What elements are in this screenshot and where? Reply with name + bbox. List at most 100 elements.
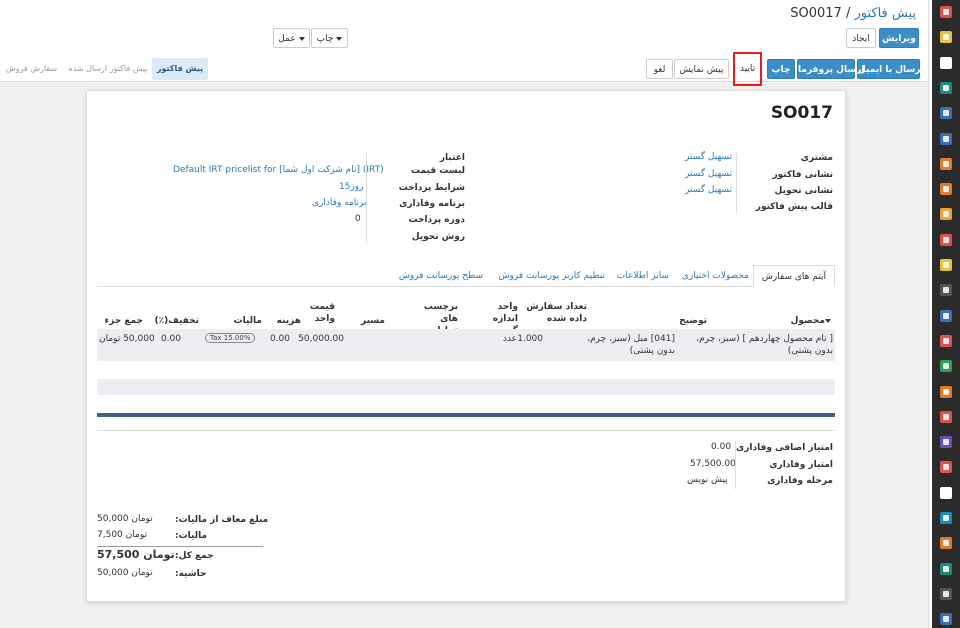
send-email-button[interactable]: ارسال با ایمیل [857, 59, 924, 79]
notebook-tabs: آیتم های سفارش محصولات اختیاری سایر اطلا… [97, 265, 835, 287]
payment-terms-label: شرایط پرداخت [398, 183, 465, 193]
sort-icon [825, 318, 831, 323]
print-dropdown[interactable]: چاپ [311, 28, 348, 48]
chevron-down-icon [298, 36, 305, 41]
margin-amount: 50,000 تومان [97, 568, 153, 578]
project-icon[interactable] [940, 334, 952, 347]
events-icon[interactable] [940, 512, 952, 524]
row-quantity[interactable]: 1.000 [517, 333, 543, 345]
add-line-row[interactable] [97, 379, 835, 395]
col-cost[interactable]: هزینه [277, 315, 301, 327]
approvals-icon[interactable] [940, 537, 952, 550]
more-icon[interactable] [940, 613, 952, 626]
loyalty-points-label: امتیاز وفاداری [769, 460, 833, 470]
pricelist-field[interactable]: Default IRT pricelist for [نام شرکت اول … [173, 165, 384, 175]
reporting-icon[interactable] [940, 157, 952, 170]
invoice-address-field[interactable]: تسهیل گستر [685, 169, 732, 179]
col-product[interactable]: محصول [791, 315, 833, 327]
col-quantity[interactable]: تعداد سفارش داده شده [519, 301, 587, 325]
documents-icon[interactable] [940, 233, 952, 246]
col-route[interactable]: مسیر [361, 315, 385, 327]
invoicing-icon[interactable] [940, 309, 952, 322]
pricelist-label: لیست قیمت [411, 166, 465, 176]
untaxed-amount: 50,000 تومان [97, 514, 153, 524]
payment-period-field[interactable]: 0 [355, 214, 361, 224]
purchase-icon[interactable] [940, 385, 952, 398]
tab-order-lines[interactable]: آیتم های سفارش [752, 265, 835, 287]
col-discount[interactable]: تخفیف(٪) [155, 315, 199, 327]
margin-label: حاشیه: [175, 569, 207, 579]
invoice-address-label: نشانی فاکتور [772, 170, 833, 180]
page-title: SO017 [770, 103, 833, 123]
row-discount[interactable]: 0.00 [161, 333, 181, 345]
ecommerce-icon[interactable] [940, 208, 952, 221]
crm-icon[interactable] [940, 107, 952, 120]
loyalty-stage-label: مرحله وفاداری [767, 476, 833, 486]
customer-label: مشتری [800, 153, 833, 163]
inventory-icon[interactable] [940, 360, 952, 373]
stage-quotation[interactable]: پیش فاکتور [152, 58, 208, 80]
inbox-icon[interactable] [940, 6, 952, 18]
stage-sales-order[interactable]: سفارش فروش [4, 58, 59, 80]
helpdesk-icon[interactable] [940, 259, 952, 271]
edit-button[interactable]: ویرایش [879, 28, 919, 48]
col-taxes[interactable]: مالیات [234, 315, 262, 327]
payment-terms-field[interactable]: 15روز [339, 182, 364, 192]
action-dropdown-label: عمل [278, 34, 296, 44]
col-description[interactable]: توضیح [679, 315, 707, 327]
pos-icon[interactable] [940, 284, 952, 297]
tab-optional-products[interactable]: محصولات اختیاری [682, 265, 749, 287]
tab-commission-levels[interactable]: سطح پورسانت فروش [399, 265, 483, 287]
field-divider [736, 153, 737, 213]
preview-button[interactable]: پیش نمایش [674, 59, 729, 79]
breadcrumb-current: SO0017 [790, 6, 842, 21]
cancel-button[interactable]: لغو [646, 59, 673, 79]
row-product[interactable]: [ نام محصول چهاردهم ] (سبز، چرم، بدون پش… [693, 333, 833, 357]
tab-other-info[interactable]: سایر اطلاعات [617, 265, 669, 287]
row-cost[interactable]: 0.00 [270, 333, 290, 345]
tax-badge[interactable]: Tax 15.00% [205, 333, 256, 343]
website-icon[interactable] [940, 183, 952, 196]
contacts-icon[interactable] [940, 81, 952, 94]
discuss-icon[interactable] [940, 56, 952, 69]
loyalty-points-value: 57,500.00 [690, 459, 736, 469]
col-product-label: محصول [790, 316, 825, 326]
tab-commission-users[interactable]: تنظیم کاربر پورسانت فروش [499, 265, 605, 287]
tax-amount: 7,500 تومان [97, 530, 147, 540]
stage-quotation-sent[interactable]: پیش فاکتور ارسال شده [68, 58, 148, 80]
row-unit-price[interactable]: 50,000.00 [298, 333, 344, 345]
app-bar [932, 0, 960, 628]
create-button[interactable]: ایجاد [846, 28, 876, 48]
search-icon[interactable] [940, 587, 952, 600]
col-unit-price[interactable]: قیمت واحد [307, 301, 335, 325]
col-subtotal[interactable]: جمع جزء [105, 315, 144, 327]
field-divider [366, 153, 367, 243]
delivery-address-field[interactable]: تسهیل گستر [685, 185, 732, 195]
apps-icon[interactable] [940, 562, 952, 575]
row-description[interactable]: [041] مبل (سبز، چرم، بدون پشتی) [583, 333, 675, 357]
payment-period-label: دوره پرداخت [408, 215, 465, 225]
chevron-down-icon [336, 36, 343, 41]
customer-field[interactable]: تسهیل گستر [685, 152, 732, 162]
row-subtotal: 50,000 تومان [99, 334, 155, 344]
status-bar: سفارش فروش پیش فاکتور ارسال شده پیش فاکت… [0, 58, 215, 80]
fleet-icon[interactable] [940, 436, 952, 449]
employees-icon[interactable] [940, 410, 952, 423]
total-label: جمع کل: [175, 551, 214, 561]
loyalty-program-field[interactable]: برنامه وفاداری [312, 198, 367, 208]
table-footer-bar [97, 413, 835, 417]
control-panel: پیش فاکتور / SO0017 ویرایش ایجاد چاپ عمل… [0, 0, 928, 82]
delivery-method-label: روش تحویل [411, 232, 465, 242]
print-button[interactable]: چاپ [767, 59, 795, 79]
loyalty-extra-value: 0.00 [711, 442, 732, 452]
send-proforma-button[interactable]: ارسال پروفرما [797, 59, 864, 79]
highlight-box [733, 52, 762, 86]
sales-icon[interactable] [940, 132, 952, 145]
validity-label: اعتبار [439, 153, 465, 163]
timesheet-icon[interactable] [940, 461, 952, 474]
action-dropdown[interactable]: عمل [273, 28, 310, 48]
row-uom[interactable]: عدد [503, 333, 517, 345]
breadcrumb-parent[interactable]: پیش فاکتور [854, 6, 916, 21]
settings-icon[interactable] [940, 486, 952, 499]
calendar-icon[interactable] [940, 31, 952, 44]
